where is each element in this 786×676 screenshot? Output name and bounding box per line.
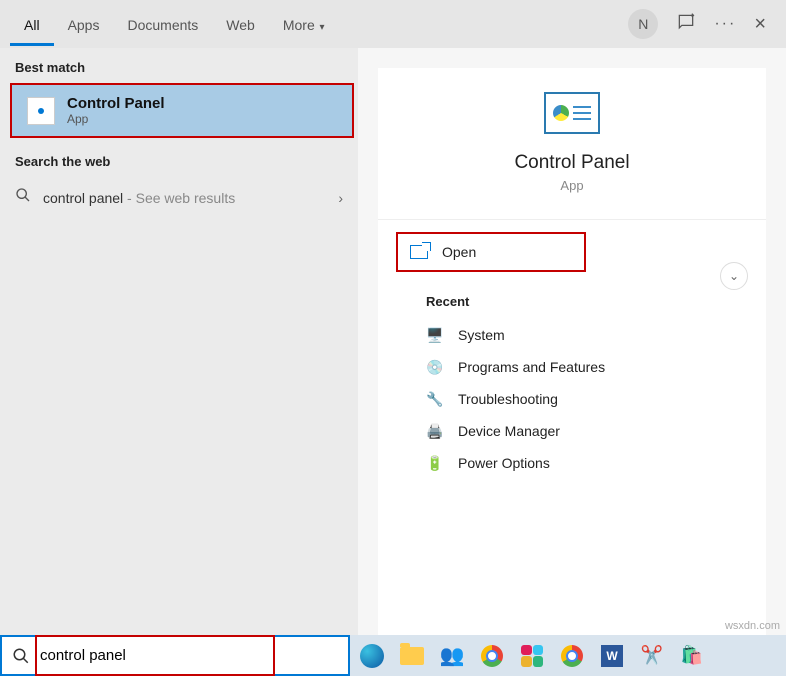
taskbar-teams[interactable]: 👥: [438, 642, 466, 670]
top-bar: All Apps Documents Web More ▾ N ··· ×: [0, 0, 786, 48]
user-avatar[interactable]: N: [628, 9, 658, 39]
tab-documents[interactable]: Documents: [113, 3, 212, 46]
open-label: Open: [442, 244, 476, 260]
taskbar-edge[interactable]: [358, 642, 386, 670]
search-input[interactable]: [40, 647, 338, 664]
tab-web[interactable]: Web: [212, 3, 269, 46]
best-match-label: Best match: [0, 48, 358, 83]
taskbar-word[interactable]: W: [598, 642, 626, 670]
taskbar-chrome-2[interactable]: [558, 642, 586, 670]
tab-apps[interactable]: Apps: [54, 3, 114, 46]
control-panel-icon: [27, 97, 55, 125]
taskbar-snip[interactable]: ✂️: [638, 642, 666, 670]
watermark: wsxdn.com: [725, 620, 780, 632]
search-box[interactable]: [0, 635, 350, 676]
tab-more[interactable]: More ▾: [269, 3, 339, 46]
best-match-subtitle: App: [67, 112, 165, 126]
tab-all[interactable]: All: [10, 3, 54, 46]
recent-item-system[interactable]: 🖥️System: [426, 319, 718, 351]
recent-label: Recent: [426, 294, 718, 309]
search-web-label: Search the web: [0, 142, 358, 177]
taskbar-store[interactable]: 🛍️: [678, 642, 706, 670]
search-icon: [12, 647, 30, 665]
control-panel-large-icon: [544, 92, 600, 134]
taskbar: 👥 W ✂️ 🛍️: [350, 635, 786, 676]
expand-actions-button[interactable]: ⌄: [720, 262, 748, 290]
taskbar-chrome[interactable]: [478, 642, 506, 670]
recent-item-power-options[interactable]: 🔋Power Options: [426, 447, 718, 479]
more-options-icon[interactable]: ···: [714, 15, 736, 33]
open-action[interactable]: Open: [396, 232, 586, 272]
recent-item-programs[interactable]: 💿Programs and Features: [426, 351, 718, 383]
feedback-icon[interactable]: [676, 12, 696, 37]
taskbar-slack[interactable]: [518, 642, 546, 670]
preview-title: Control Panel: [514, 152, 629, 174]
recent-item-troubleshooting[interactable]: 🔧Troubleshooting: [426, 383, 718, 415]
best-match-item-control-panel[interactable]: Control Panel App: [10, 83, 354, 138]
taskbar-explorer[interactable]: [398, 642, 426, 670]
monitor-icon: 🖥️: [426, 326, 444, 344]
web-term: control panel: [43, 190, 123, 206]
search-icon: [15, 187, 31, 208]
device-icon: 🖨️: [426, 422, 444, 440]
results-pane: Best match Control Panel App Search the …: [0, 48, 358, 635]
open-icon: [410, 245, 428, 259]
chevron-down-icon: ▾: [317, 22, 325, 33]
preview-subtitle: App: [560, 178, 583, 193]
close-button[interactable]: ×: [754, 13, 766, 36]
programs-icon: 💿: [426, 358, 444, 376]
chevron-right-icon: ›: [338, 190, 343, 206]
web-result-row[interactable]: control panel - See web results ›: [0, 177, 358, 218]
web-suffix: - See web results: [123, 190, 235, 206]
wrench-icon: 🔧: [426, 390, 444, 408]
recent-item-device-manager[interactable]: 🖨️Device Manager: [426, 415, 718, 447]
preview-pane: Control Panel App Open ⌄ Recent 🖥️System…: [358, 48, 786, 635]
filter-tabs: All Apps Documents Web More ▾: [10, 3, 339, 46]
best-match-title: Control Panel: [67, 95, 165, 112]
power-icon: 🔋: [426, 454, 444, 472]
